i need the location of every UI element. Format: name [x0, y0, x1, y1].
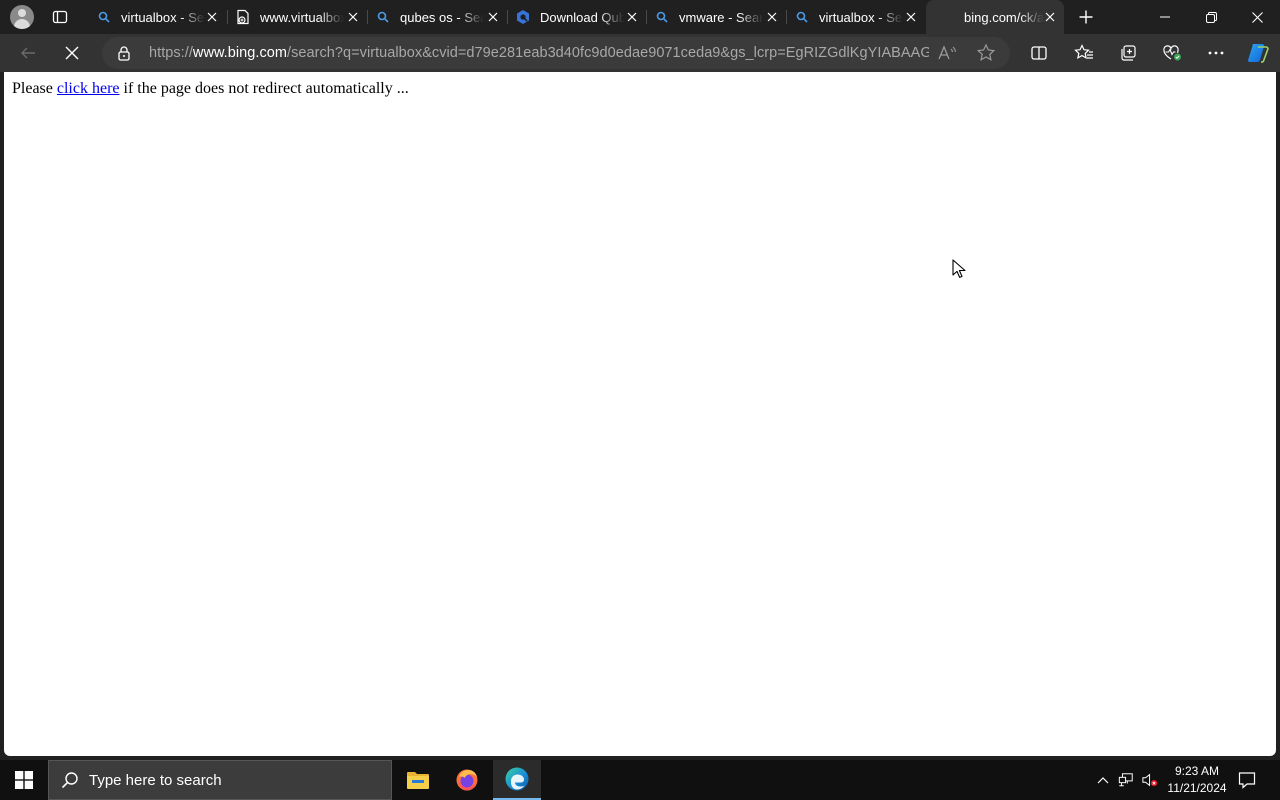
tab-label: virtualbox - Search [819, 9, 903, 25]
tab-label: qubes os - Search [400, 9, 484, 25]
tab-virtualbox-search[interactable]: virtualbox - Search [88, 0, 226, 34]
tab-label: vmware - Search [679, 9, 763, 25]
tab-virtualbox-org[interactable]: www.virtualbox.org [227, 0, 367, 34]
browser-toolbar: https://www.bing.com/search?q=virtualbox… [0, 34, 1280, 72]
collections-icon[interactable] [1112, 37, 1144, 69]
file-explorer-icon[interactable] [394, 760, 442, 800]
clock-date: 11/21/2024 [1167, 781, 1227, 795]
url-host: www.bing.com [192, 45, 287, 61]
taskbar-search-box[interactable]: Type here to search [48, 760, 392, 800]
close-icon[interactable] [764, 9, 780, 25]
volume-muted-icon[interactable] [1142, 772, 1158, 788]
url-path: /search?q=virtualbox&cvid=d79e281eab3d40… [287, 45, 929, 61]
read-aloud-icon[interactable] [936, 43, 958, 63]
taskbar-search-placeholder: Type here to search [89, 771, 222, 789]
tab-actions-icon[interactable] [46, 5, 74, 29]
lock-icon[interactable] [116, 45, 132, 61]
tab-label: bing.com/ck/a?! [964, 9, 1044, 25]
show-hidden-icons-chevron-icon[interactable] [1095, 772, 1111, 788]
close-icon[interactable] [485, 9, 501, 25]
mouse-pointer-icon [952, 259, 966, 278]
notification-center-icon[interactable] [1236, 768, 1258, 792]
search-icon [375, 9, 391, 25]
start-button[interactable] [0, 760, 48, 800]
tab-label: www.virtualbox.org [260, 9, 344, 25]
firefox-icon[interactable] [443, 760, 491, 800]
close-icon[interactable] [345, 9, 361, 25]
browser-essentials-icon[interactable] [1156, 37, 1188, 69]
add-favorite-star-icon[interactable] [976, 43, 998, 63]
blank-favicon-icon [934, 9, 948, 25]
close-window-button[interactable] [1234, 0, 1280, 34]
close-icon[interactable] [624, 9, 640, 25]
tab-bing-redirect-active[interactable]: bing.com/ck/a?! [926, 0, 1064, 34]
search-icon [794, 9, 810, 25]
close-icon[interactable] [204, 9, 220, 25]
search-icon [61, 772, 78, 789]
redirect-text-after: if the page does not redirect automatica… [119, 80, 409, 97]
tab-virtualbox-search-2[interactable]: virtualbox - Search [786, 0, 925, 34]
redirect-message: Please click here if the page does not r… [12, 80, 409, 98]
restore-button[interactable] [1188, 0, 1234, 34]
qubes-icon [515, 9, 531, 25]
tab-label: Download Qubes OS [540, 9, 624, 25]
split-screen-icon[interactable] [1023, 37, 1055, 69]
close-icon[interactable] [903, 9, 919, 25]
edge-icon[interactable] [493, 760, 541, 800]
back-button[interactable] [12, 37, 44, 69]
url-text[interactable]: https://www.bing.com/search?q=virtualbox… [149, 45, 929, 61]
close-icon[interactable] [1042, 9, 1058, 25]
favorites-icon[interactable] [1068, 37, 1100, 69]
stop-loading-button[interactable] [56, 37, 88, 69]
url-prefix: https:// [149, 45, 193, 61]
minimize-button[interactable] [1142, 0, 1188, 34]
address-bar[interactable]: https://www.bing.com/search?q=virtualbox… [102, 37, 1010, 69]
windows-logo-icon [15, 771, 33, 789]
profile-avatar-icon[interactable] [10, 5, 34, 29]
tab-strip: virtualbox - Search www.virtualbox.org q… [0, 0, 1280, 34]
tab-qubes-search[interactable]: qubes os - Search [367, 0, 507, 34]
tab-vmware-search[interactable]: vmware - Search [646, 0, 786, 34]
page-viewport: Please click here if the page does not r… [4, 72, 1276, 756]
more-options-icon[interactable] [1200, 37, 1232, 69]
search-icon [654, 9, 670, 25]
search-icon [96, 9, 112, 25]
tab-label: virtualbox - Search [121, 9, 205, 25]
redirect-text-before: Please [12, 80, 57, 97]
page-icon [235, 9, 251, 25]
new-tab-button[interactable] [1073, 5, 1099, 29]
copilot-icon[interactable] [1242, 37, 1274, 69]
clock-time: 9:23 AM [1174, 764, 1220, 778]
taskbar-clock[interactable]: 9:23 AM 11/21/2024 [1162, 763, 1232, 797]
click-here-link[interactable]: click here [57, 80, 120, 97]
network-icon[interactable] [1118, 772, 1134, 788]
windows-taskbar: Type here to search 9:23 AM 11/21/2024 [0, 760, 1280, 800]
tab-download-qubes[interactable]: Download Qubes OS [507, 0, 646, 34]
